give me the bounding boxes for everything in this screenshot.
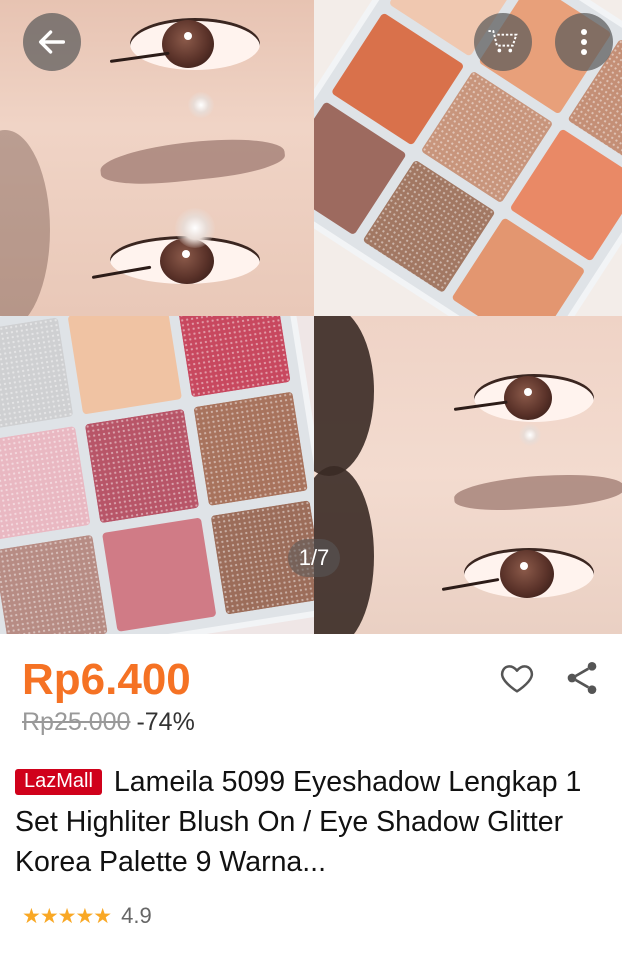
cart-button[interactable]: [474, 13, 532, 71]
product-title-block[interactable]: LazMall Lameila 5099 Eyeshadow Lengkap 1 …: [15, 762, 605, 882]
gallery-photo-eye-makeup: [314, 316, 622, 634]
share-icon: [567, 662, 597, 694]
heart-icon: [500, 665, 534, 693]
more-options-button[interactable]: [555, 13, 613, 71]
cart-icon: [488, 30, 518, 53]
gallery-photo-palette-pink: [0, 316, 314, 634]
back-button[interactable]: [23, 13, 81, 71]
discount-percent: -74%: [136, 708, 195, 736]
product-image-gallery[interactable]: 1/7: [0, 0, 622, 634]
lazmall-badge: LazMall: [15, 769, 102, 795]
star-rating-icon: ★★★★★: [22, 904, 112, 928]
price-discount-row: Rp25.000 -74%: [22, 708, 195, 737]
original-price: Rp25.000: [22, 708, 131, 736]
rating-summary[interactable]: ★★★★★ 4.9: [22, 903, 152, 929]
wishlist-button[interactable]: [497, 658, 537, 698]
rating-score: 4.9: [121, 903, 152, 928]
more-vertical-icon: [581, 29, 587, 55]
share-button[interactable]: [562, 658, 602, 698]
current-price: Rp6.400: [22, 655, 191, 704]
arrow-left-icon: [38, 30, 66, 54]
image-counter: 1/7: [288, 539, 340, 577]
